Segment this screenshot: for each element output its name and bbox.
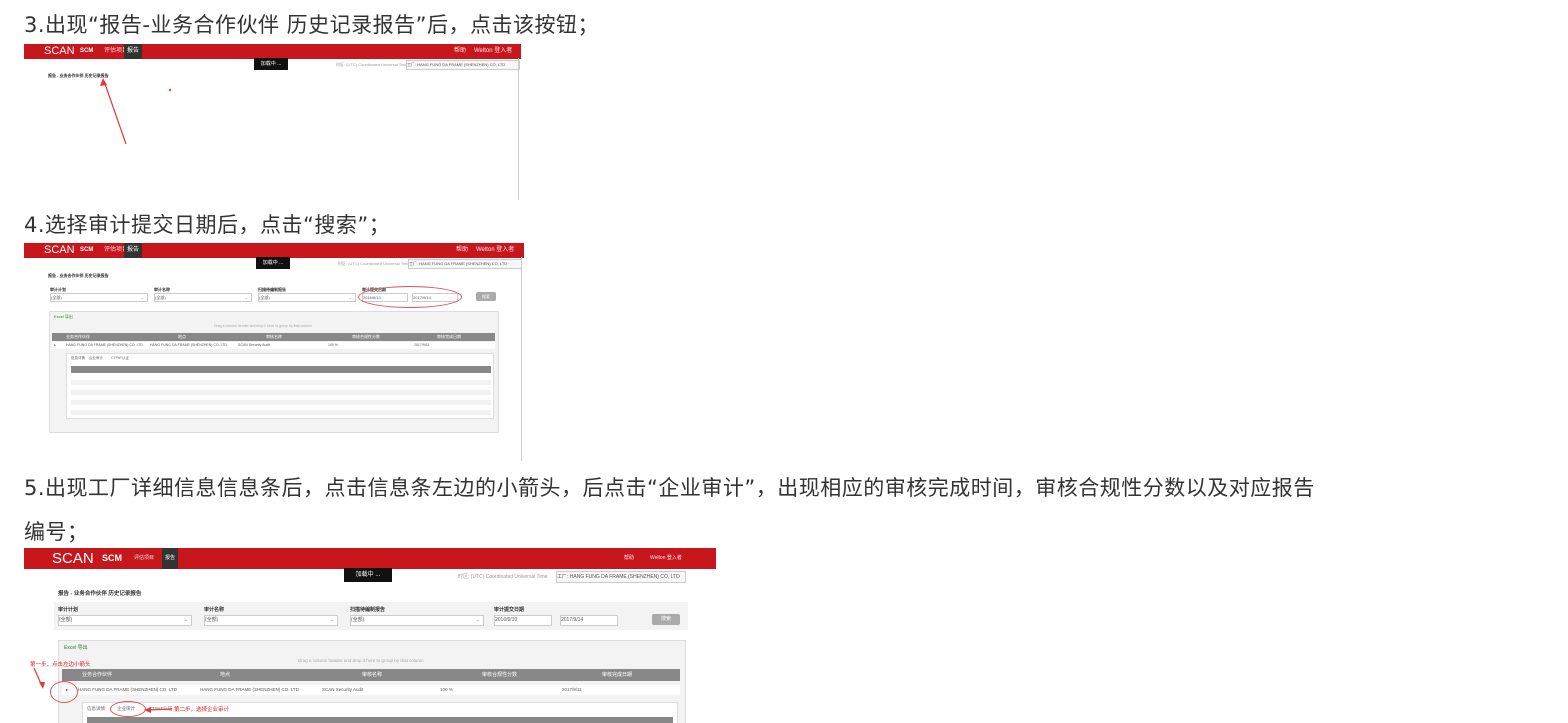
tab-info-detail[interactable]: 信息详情 — [71, 356, 85, 361]
scrollbar-edge — [518, 58, 519, 200]
scrollbar-edge — [521, 257, 522, 461]
header-partner[interactable]: 业务合作伙伴 — [66, 333, 90, 341]
chevron-down-icon: ⌄ — [140, 295, 144, 300]
scan-report-select[interactable]: (全部) ⌄ — [258, 293, 356, 302]
audit-program-select[interactable]: (全部) ⌄ — [50, 293, 148, 302]
header-location[interactable]: 地点 — [178, 333, 186, 341]
select-value: (全部) — [155, 295, 166, 300]
cell-audit-name: SCAN Security Audit — [238, 343, 271, 347]
screenshot-step-5: SCAN SCM 评估项目 报告 帮助 Welton 登入者 加载中 ... 时… — [24, 548, 716, 723]
tab-enterprise-audit[interactable]: 企业审计 — [89, 356, 103, 361]
detail-header — [71, 366, 491, 373]
excel-export-button[interactable]: Excel 导出 — [54, 314, 73, 320]
select-value: (全部) — [51, 295, 62, 300]
scan-logo: SCAN — [44, 244, 75, 256]
table-row[interactable]: ▸ HANG FUNG DA FRAME (SHENZHEN) CO. LTD … — [52, 342, 495, 349]
supplier-label: 工厂: — [409, 261, 419, 266]
header-audit-name[interactable]: 审核名称 — [266, 333, 282, 341]
audit-name-select[interactable]: (全部) ⌄ — [154, 293, 252, 302]
supplier-value: HANG FUNG DA FRAME (SHENZHEN) CO, LTD — [419, 261, 508, 266]
detail-panel: 信息详情 企业审计 CTPAT认证 — [66, 353, 494, 419]
page-title: 报告 - 业务合作伙伴 历史记录报告 — [48, 273, 109, 278]
user-menu[interactable]: Welton 登入者 — [476, 243, 514, 258]
annotation-arrows — [33, 667, 173, 713]
red-arrow — [100, 78, 172, 145]
step-4-heading: 4.选择审计提交日期后，点击“搜索”； — [24, 213, 391, 237]
chevron-down-icon: ⌄ — [348, 295, 352, 300]
timezone-label: 时区: (UTC) Coordinated Universal Time — [338, 261, 410, 266]
loading-indicator: 加载中 ... — [256, 257, 290, 269]
cell-partner: HANG FUNG DA FRAME (SHENZHEN) CO. LTD — [66, 343, 143, 347]
help-menu[interactable]: 帮助 — [456, 243, 468, 258]
nav-reports[interactable]: 报告 — [124, 243, 143, 258]
app-header: SCAN SCM 评估项目 报告 帮助 Welton 登入者 — [24, 243, 524, 258]
expand-arrow-icon[interactable]: ▸ — [54, 342, 56, 349]
cell-score: 100 % — [328, 343, 338, 347]
cell-complete-date: 2017/9/11 — [414, 343, 430, 347]
supplier-selector[interactable]: 工厂: HANG FUNG DA FRAME (SHENZHEN) CO, LT… — [408, 259, 522, 269]
search-button[interactable]: 搜索 — [476, 292, 496, 301]
group-drag-hint: Drag a column header and drop it here to… — [214, 324, 312, 328]
highlight-circle — [358, 286, 462, 308]
step-5-heading: 5.出现工厂详细信息信息条后，点击信息条左边的小箭头，后点击“企业审计”，出现相… — [24, 476, 1315, 500]
header-score[interactable]: 审核合规性分数 — [352, 333, 380, 341]
chevron-down-icon: ⌄ — [244, 295, 248, 300]
screenshot-step-4: SCAN SCM 评估项目 报告 帮助 Welton 登入者 加载中 ... 时… — [24, 243, 524, 461]
step-3-heading: 3.出现“报告-业务合作伙伴 历史记录报告”后，点击该按钮； — [24, 13, 600, 37]
tab-ctpat[interactable]: CTPAT认证 — [111, 356, 129, 361]
grid-header: 业务合作伙伴 地点 审核名称 审核合规性分数 审核完成日期 — [52, 333, 495, 341]
screenshot-step-3: SCAN SCM 评估项目 报告 帮助 Welton 登入者 加载中 ... 时… — [24, 44, 521, 200]
header-complete-date[interactable]: 审核完成日期 — [437, 333, 461, 341]
detail-rows — [71, 375, 491, 415]
select-value: (全部) — [259, 295, 270, 300]
step-5-heading-cont: 编号； — [24, 520, 89, 544]
scm-label: SCM — [80, 247, 94, 253]
cell-location: HANG FUNG DA FRAME (SHENZHEN) CO. LTD — [150, 343, 227, 347]
